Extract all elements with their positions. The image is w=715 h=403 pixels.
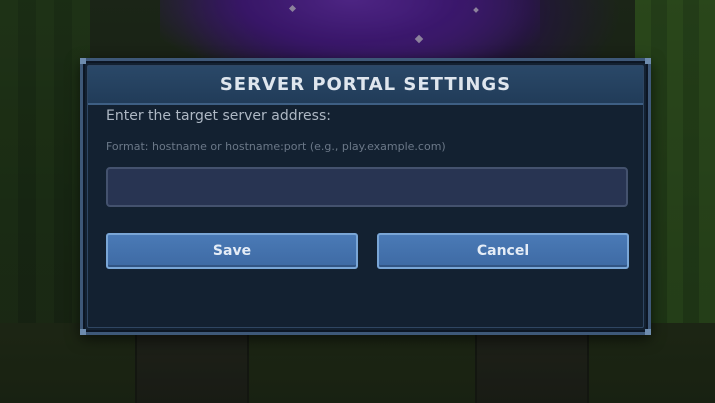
frame-corner-ornament bbox=[645, 329, 651, 335]
dialog-title-bar: SERVER PORTAL SETTINGS bbox=[88, 66, 643, 105]
save-button[interactable]: Save bbox=[106, 233, 358, 269]
frame-corner-ornament bbox=[80, 329, 86, 335]
server-address-input[interactable] bbox=[106, 167, 628, 207]
frame-corner-ornament bbox=[80, 58, 86, 64]
server-portal-settings-dialog: SERVER PORTAL SETTINGS Enter the target … bbox=[80, 58, 651, 335]
address-prompt-label: Enter the target server address: bbox=[106, 108, 331, 124]
address-format-hint: Format: hostname or hostname:port (e.g.,… bbox=[106, 140, 446, 153]
frame-corner-ornament bbox=[645, 58, 651, 64]
dialog-title: SERVER PORTAL SETTINGS bbox=[219, 74, 512, 95]
cancel-button[interactable]: Cancel bbox=[377, 233, 629, 269]
